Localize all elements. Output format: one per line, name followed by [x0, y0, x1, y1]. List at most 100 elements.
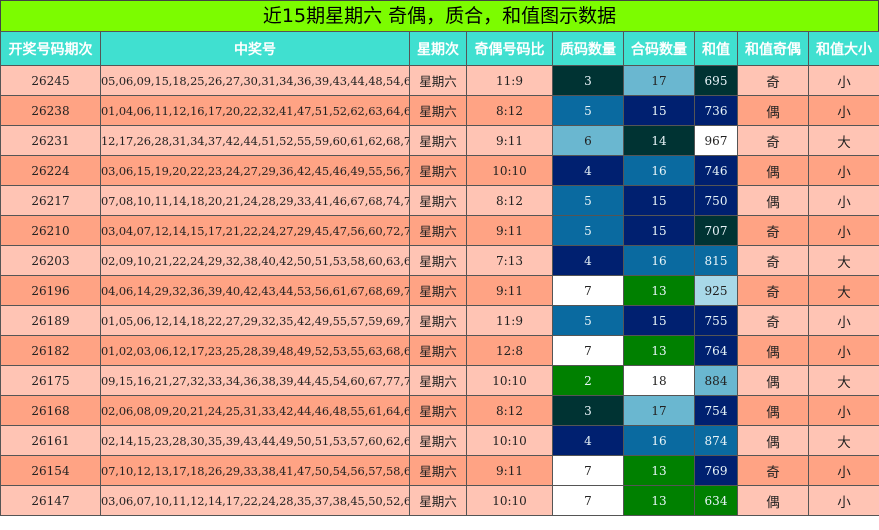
cell-odd-even-ratio: 9:11 [466, 125, 553, 156]
cell-sum-size: 大 [808, 365, 879, 396]
cell-weekday: 星期六 [409, 95, 467, 126]
cell-numbers: 03,04,07,12,14,15,17,21,22,24,27,29,45,4… [100, 215, 410, 246]
cell-sum-size: 小 [808, 215, 879, 246]
cell-numbers: 09,15,16,21,27,32,33,34,36,38,39,44,45,5… [100, 365, 410, 396]
cell-odd-even-ratio: 11:9 [466, 65, 553, 96]
cell-sum: 634 [694, 485, 738, 516]
cell-numbers: 02,09,10,21,22,24,29,32,38,40,42,50,51,5… [100, 245, 410, 276]
cell-composite-count: 15 [623, 305, 695, 336]
cell-sum-parity: 奇 [737, 455, 809, 486]
cell-odd-even-ratio: 10:10 [466, 155, 553, 186]
cell-odd-even-ratio: 9:11 [466, 455, 553, 486]
cell-weekday: 星期六 [409, 455, 467, 486]
header-odd-even-ratio: 奇偶号码比 [466, 31, 553, 66]
cell-sum: 754 [694, 395, 738, 426]
cell-issue: 26168 [0, 395, 101, 426]
cell-sum: 755 [694, 305, 738, 336]
cell-sum: 750 [694, 185, 738, 216]
cell-odd-even-ratio: 8:12 [466, 95, 553, 126]
cell-odd-even-ratio: 10:10 [466, 425, 553, 456]
cell-sum-parity: 偶 [737, 425, 809, 456]
cell-weekday: 星期六 [409, 245, 467, 276]
cell-sum-parity: 偶 [737, 335, 809, 366]
header-sum: 和值 [694, 31, 738, 66]
cell-odd-even-ratio: 9:11 [466, 215, 553, 246]
table-row: 26147 03,06,07,10,11,12,14,17,22,24,28,35… [0, 485, 879, 516]
cell-composite-count: 13 [623, 485, 695, 516]
header-row: 开奖号码期次 中奖号 星期次 奇偶号码比 质码数量 合码数量 和值 和值奇偶 和… [0, 31, 879, 66]
cell-sum: 874 [694, 425, 738, 456]
cell-weekday: 星期六 [409, 275, 467, 306]
cell-composite-count: 16 [623, 425, 695, 456]
cell-composite-count: 17 [623, 395, 695, 426]
cell-issue: 26238 [0, 95, 101, 126]
cell-sum-size: 小 [808, 185, 879, 216]
cell-numbers: 02,14,15,23,28,30,35,39,43,44,49,50,51,5… [100, 425, 410, 456]
cell-sum-parity: 偶 [737, 485, 809, 516]
cell-composite-count: 15 [623, 215, 695, 246]
cell-composite-count: 13 [623, 335, 695, 366]
cell-numbers: 01,02,03,06,12,17,23,25,28,39,48,49,52,5… [100, 335, 410, 366]
cell-prime-count: 5 [552, 215, 624, 246]
table-row: 26154 07,10,12,13,17,18,26,29,33,38,41,47… [0, 455, 879, 486]
cell-sum-parity: 奇 [737, 275, 809, 306]
cell-sum-size: 小 [808, 305, 879, 336]
cell-issue: 26161 [0, 425, 101, 456]
table-row: 26217 07,08,10,11,14,18,20,21,24,28,29,33… [0, 185, 879, 216]
cell-composite-count: 14 [623, 125, 695, 156]
cell-numbers: 01,05,06,12,14,18,22,27,29,32,35,42,49,5… [100, 305, 410, 336]
cell-sum: 925 [694, 275, 738, 306]
cell-sum: 736 [694, 95, 738, 126]
table-row: 26203 02,09,10,21,22,24,29,32,38,40,42,50… [0, 245, 879, 276]
cell-issue: 26189 [0, 305, 101, 336]
cell-numbers: 01,04,06,11,12,16,17,20,22,32,41,47,51,5… [100, 95, 410, 126]
cell-sum-size: 大 [808, 125, 879, 156]
cell-numbers: 04,06,14,29,32,36,39,40,42,43,44,53,56,6… [100, 275, 410, 306]
cell-weekday: 星期六 [409, 155, 467, 186]
cell-prime-count: 5 [552, 95, 624, 126]
header-sum-parity: 和值奇偶 [737, 31, 809, 66]
cell-issue: 26203 [0, 245, 101, 276]
cell-sum-parity: 偶 [737, 365, 809, 396]
cell-issue: 26147 [0, 485, 101, 516]
cell-sum: 769 [694, 455, 738, 486]
cell-issue: 26210 [0, 215, 101, 246]
cell-issue: 26217 [0, 185, 101, 216]
cell-weekday: 星期六 [409, 395, 467, 426]
header-issue: 开奖号码期次 [0, 31, 101, 66]
cell-prime-count: 7 [552, 335, 624, 366]
cell-composite-count: 17 [623, 65, 695, 96]
cell-sum-parity: 奇 [737, 305, 809, 336]
table-row: 26161 02,14,15,23,28,30,35,39,43,44,49,50… [0, 425, 879, 456]
cell-composite-count: 15 [623, 185, 695, 216]
cell-weekday: 星期六 [409, 65, 467, 96]
cell-odd-even-ratio: 7:13 [466, 245, 553, 276]
cell-issue: 26175 [0, 365, 101, 396]
cell-numbers: 02,06,08,09,20,21,24,25,31,33,42,44,46,4… [100, 395, 410, 426]
cell-numbers: 07,10,12,13,17,18,26,29,33,38,41,47,50,5… [100, 455, 410, 486]
cell-sum-size: 小 [808, 455, 879, 486]
cell-composite-count: 15 [623, 95, 695, 126]
cell-sum-parity: 偶 [737, 155, 809, 186]
table-row: 26168 02,06,08,09,20,21,24,25,31,33,42,44… [0, 395, 879, 426]
header-weekday: 星期次 [409, 31, 467, 66]
cell-odd-even-ratio: 12:8 [466, 335, 553, 366]
cell-sum-parity: 偶 [737, 95, 809, 126]
header-composite-count: 合码数量 [623, 31, 695, 66]
cell-numbers: 07,08,10,11,14,18,20,21,24,28,29,33,41,4… [100, 185, 410, 216]
cell-sum: 815 [694, 245, 738, 276]
table-row: 26231 12,17,26,28,31,34,37,42,44,51,52,55… [0, 125, 879, 156]
table-row: 26196 04,06,14,29,32,36,39,40,42,43,44,53… [0, 275, 879, 306]
cell-sum-size: 小 [808, 155, 879, 186]
cell-prime-count: 5 [552, 305, 624, 336]
cell-sum: 967 [694, 125, 738, 156]
chart-title: 近15期星期六 奇偶，质合，和值图示数据 [0, 0, 879, 32]
cell-sum-parity: 奇 [737, 245, 809, 276]
cell-numbers: 05,06,09,15,18,25,26,27,30,31,34,36,39,4… [100, 65, 410, 96]
cell-numbers: 03,06,07,10,11,12,14,17,22,24,28,35,37,3… [100, 485, 410, 516]
cell-sum-parity: 奇 [737, 215, 809, 246]
cell-sum: 695 [694, 65, 738, 96]
cell-composite-count: 16 [623, 155, 695, 186]
cell-composite-count: 16 [623, 245, 695, 276]
cell-issue: 26224 [0, 155, 101, 186]
